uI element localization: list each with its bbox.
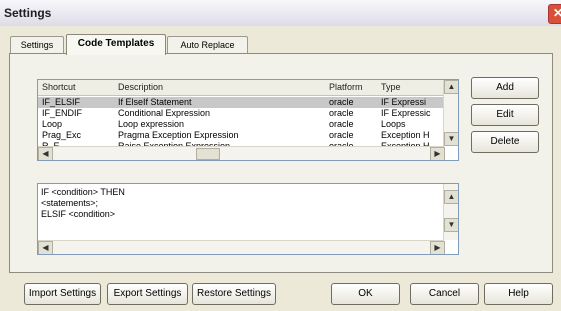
cell-type: IF Expressi — [381, 97, 427, 107]
cell-description: Pragma Exception Expression — [118, 130, 239, 140]
scroll-right-icon[interactable]: ▶ — [430, 241, 445, 254]
scroll-up-icon[interactable]: ▲ — [444, 190, 458, 204]
templates-table[interactable]: Shortcut Description Platform Type IF_EL… — [37, 79, 459, 161]
code-line: ELSIF <condition> — [41, 209, 116, 219]
tab-auto-replace[interactable]: Auto Replace — [167, 36, 248, 54]
table-header: Shortcut Description Platform Type — [38, 80, 444, 96]
scroll-thumb[interactable] — [196, 148, 220, 160]
code-line: <statements>; — [41, 198, 99, 208]
column-header-type[interactable]: Type — [381, 82, 401, 92]
delete-button[interactable]: Delete — [471, 131, 539, 153]
cell-type: Exception H — [381, 130, 430, 140]
column-header-description[interactable]: Description — [118, 82, 163, 92]
column-header-shortcut[interactable]: Shortcut — [42, 82, 76, 92]
editor-horizontal-scrollbar[interactable]: ◀ ▶ — [38, 240, 445, 254]
scroll-down-icon[interactable]: ▼ — [444, 132, 458, 146]
restore-settings-button[interactable]: Restore Settings — [192, 283, 276, 305]
scroll-left-icon[interactable]: ◀ — [38, 241, 53, 254]
close-icon[interactable]: ✕ — [548, 4, 561, 24]
cell-platform: oracle — [329, 130, 354, 140]
cell-platform: oracle — [329, 119, 354, 129]
cell-type: IF Expressic — [381, 108, 431, 118]
table-horizontal-scrollbar[interactable]: ◀ ▶ — [38, 146, 445, 160]
scroll-down-icon[interactable]: ▼ — [444, 218, 458, 232]
scroll-up-icon[interactable]: ▲ — [444, 80, 458, 94]
cancel-button[interactable]: Cancel — [410, 283, 479, 305]
import-settings-button[interactable]: Import Settings — [24, 283, 101, 305]
cell-platform: oracle — [329, 108, 354, 118]
cell-shortcut: IF_ELSIF — [42, 97, 81, 107]
ok-button[interactable]: OK — [331, 283, 400, 305]
cell-platform: oracle — [329, 97, 354, 107]
tab-settings[interactable]: Settings — [10, 36, 64, 54]
help-button[interactable]: Help — [484, 283, 553, 305]
cell-shortcut: IF_ENDIF — [42, 108, 83, 118]
edit-button[interactable]: Edit — [471, 104, 539, 126]
cell-type: Loops — [381, 119, 406, 129]
cell-description: Loop expression — [118, 119, 185, 129]
cell-shortcut: Loop — [42, 119, 63, 129]
window-title: Settings — [4, 6, 52, 20]
table-row[interactable]: Loop Loop expression oracle Loops — [38, 119, 444, 130]
table-vertical-scrollbar[interactable]: ▲ ▼ — [443, 80, 458, 146]
template-code-editor[interactable]: IF <condition> THEN <statements>; ELSIF … — [37, 183, 459, 255]
table-row[interactable]: IF_ENDIF Conditional Expression oracle I… — [38, 108, 444, 119]
editor-vertical-scrollbar[interactable]: ▲ ▼ — [443, 184, 458, 240]
scroll-right-icon[interactable]: ▶ — [430, 147, 445, 160]
column-header-platform[interactable]: Platform — [329, 82, 363, 92]
tab-code-templates[interactable]: Code Templates — [66, 34, 166, 55]
add-button[interactable]: Add — [471, 77, 539, 99]
cell-description: If ElseIf Statement — [118, 97, 192, 107]
table-row[interactable]: Prag_Exc Pragma Exception Expression ora… — [38, 130, 444, 141]
settings-dialog: Settings ✕ Settings Code Templates Auto … — [0, 0, 561, 311]
table-row[interactable]: IF_ELSIF If ElseIf Statement oracle IF E… — [38, 97, 444, 108]
scroll-left-icon[interactable]: ◀ — [38, 147, 53, 160]
code-line: IF <condition> THEN — [41, 187, 125, 197]
cell-shortcut: Prag_Exc — [42, 130, 82, 140]
cell-description: Conditional Expression — [118, 108, 211, 118]
export-settings-button[interactable]: Export Settings — [107, 283, 188, 305]
title-bar[interactable]: Settings ✕ — [0, 0, 561, 26]
